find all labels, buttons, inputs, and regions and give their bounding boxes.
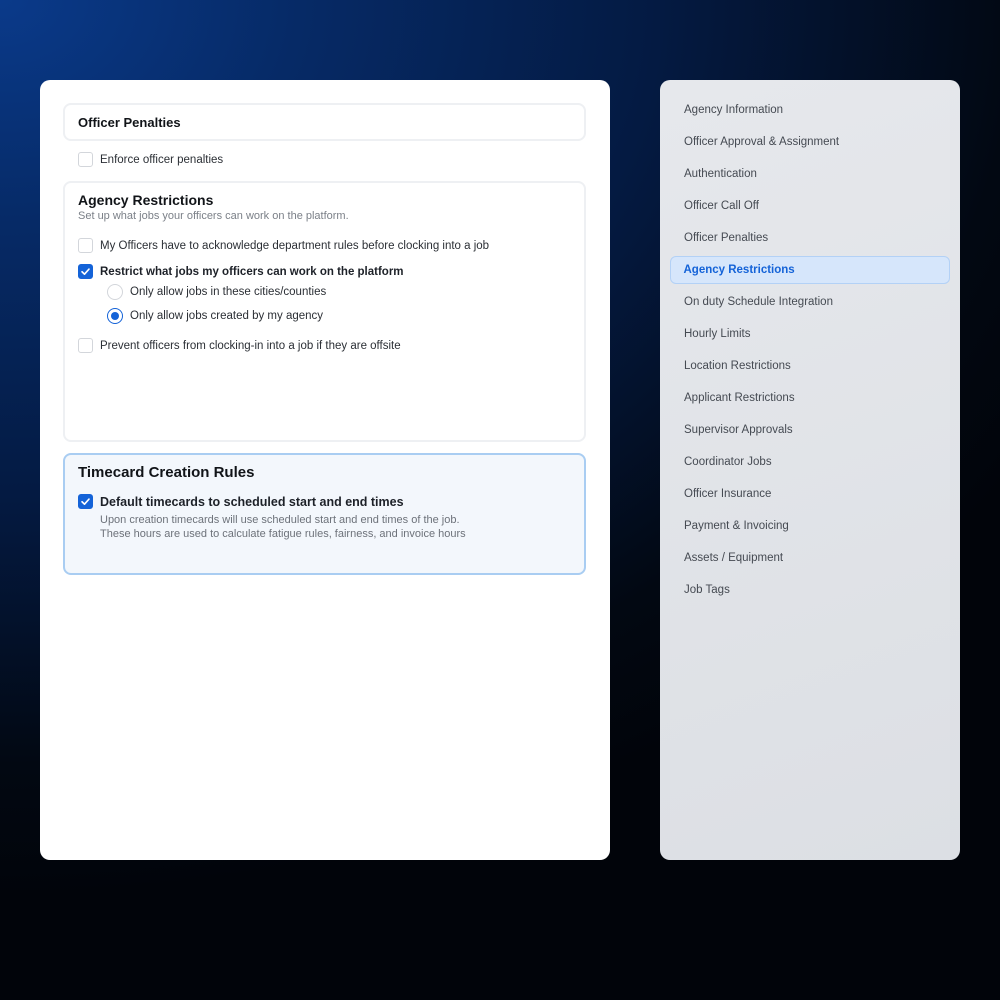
sidebar-item-agency-restrictions[interactable]: Agency Restrictions — [670, 256, 950, 284]
restrict-jobs-row[interactable]: Restrict what jobs my officers can work … — [78, 264, 404, 279]
agency-restrictions-subtitle: Set up what jobs your officers can work … — [78, 210, 349, 222]
check-icon — [81, 268, 90, 275]
enforce-penalties-label: Enforce officer penalties — [100, 153, 224, 166]
sidebar-item-assets-equipment[interactable]: Assets / Equipment — [670, 544, 950, 572]
officer-penalties-title: Officer Penalties — [78, 115, 181, 130]
acknowledge-rules-row[interactable]: My Officers have to acknowledge departme… — [78, 238, 489, 253]
settings-sidebar: Agency Information Officer Approval & As… — [660, 80, 960, 860]
default-timecards-label: Default timecards to scheduled start and… — [100, 494, 404, 509]
default-timecards-row[interactable]: Default timecards to scheduled start and… — [78, 494, 404, 509]
radio-agency-label: Only allow jobs created by my agency — [130, 310, 324, 322]
sidebar-item-agency-information[interactable]: Agency Information — [670, 96, 950, 124]
sidebar-item-supervisor-approvals[interactable]: Supervisor Approvals — [670, 416, 950, 444]
radio-agency-row[interactable]: Only allow jobs created by my agency — [107, 308, 323, 324]
timecard-rules-title: Timecard Creation Rules — [78, 464, 255, 481]
restrict-jobs-label: Restrict what jobs my officers can work … — [100, 265, 404, 278]
sidebar-item-location-restrictions[interactable]: Location Restrictions — [670, 352, 950, 380]
sidebar-item-applicant-restrictions[interactable]: Applicant Restrictions — [670, 384, 950, 412]
sidebar-item-coordinator-jobs[interactable]: Coordinator Jobs — [670, 448, 950, 476]
acknowledge-rules-checkbox[interactable] — [78, 238, 93, 253]
agency-restrictions-title: Agency Restrictions — [78, 192, 214, 208]
sidebar-item-officer-insurance[interactable]: Officer Insurance — [670, 480, 950, 508]
radio-cities-button[interactable] — [107, 284, 123, 300]
timecard-description-line-1: Upon creation timecards will use schedul… — [100, 514, 460, 526]
sidebar-item-officer-call-off[interactable]: Officer Call Off — [670, 192, 950, 220]
sidebar-item-payment-invoicing[interactable]: Payment & Invoicing — [670, 512, 950, 540]
agency-restrictions-card: Agency Restrictions Set up what jobs you… — [63, 181, 586, 442]
default-timecards-checkbox[interactable] — [78, 494, 93, 509]
check-icon — [81, 498, 90, 505]
restrict-jobs-checkbox[interactable] — [78, 264, 93, 279]
sidebar-item-officer-penalties[interactable]: Officer Penalties — [670, 224, 950, 252]
radio-agency-button[interactable] — [107, 308, 123, 324]
radio-selected-dot — [111, 312, 119, 320]
sidebar-item-job-tags[interactable]: Job Tags — [670, 576, 950, 604]
enforce-penalties-row[interactable]: Enforce officer penalties — [78, 152, 223, 167]
acknowledge-rules-label: My Officers have to acknowledge departme… — [100, 239, 490, 252]
prevent-offsite-label: Prevent officers from clocking-in into a… — [100, 339, 401, 352]
sidebar-item-hourly-limits[interactable]: Hourly Limits — [670, 320, 950, 348]
enforce-penalties-checkbox[interactable] — [78, 152, 93, 167]
sidebar-item-officer-approval[interactable]: Officer Approval & Assignment — [670, 128, 950, 156]
sidebar-item-authentication[interactable]: Authentication — [670, 160, 950, 188]
sidebar-item-on-duty-schedule[interactable]: On duty Schedule Integration — [670, 288, 950, 316]
timecard-description-line-2: These hours are used to calculate fatigu… — [100, 528, 466, 540]
prevent-offsite-row[interactable]: Prevent officers from clocking-in into a… — [78, 338, 401, 353]
settings-content-panel: Officer Penalties Enforce officer penalt… — [40, 80, 610, 860]
officer-penalties-card: Officer Penalties — [63, 103, 586, 141]
timecard-rules-card: Timecard Creation Rules Default timecard… — [63, 453, 586, 575]
prevent-offsite-checkbox[interactable] — [78, 338, 93, 353]
radio-cities-label: Only allow jobs in these cities/counties — [130, 286, 327, 298]
radio-cities-row[interactable]: Only allow jobs in these cities/counties — [107, 284, 326, 300]
